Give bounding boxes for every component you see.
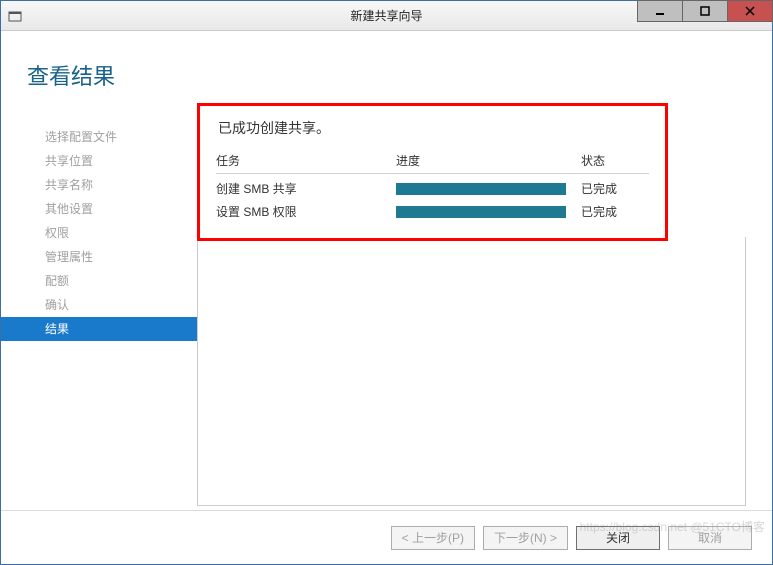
sidebar-item-management: 管理属性 — [1, 245, 197, 269]
sidebar-item-location: 共享位置 — [1, 149, 197, 173]
sidebar-item-permissions: 权限 — [1, 221, 197, 245]
page-title: 查看结果 — [1, 31, 772, 91]
column-header-status[interactable]: 状态 — [581, 152, 649, 169]
minimize-button[interactable] — [637, 0, 683, 22]
next-button[interactable]: 下一步(N) > — [483, 526, 568, 550]
progress-cell — [396, 206, 581, 218]
status-cell: 已完成 — [581, 180, 649, 197]
main-panel: 已成功创建共享。 任务 进度 状态 创建 SMB 共享 已完成 — [197, 121, 772, 510]
close-wizard-button[interactable]: 关闭 — [576, 526, 660, 550]
wizard-window: 新建共享向导 查看结果 选择配置文件 共享位置 共享名称 其他设置 权限 管理属… — [0, 0, 773, 565]
window-title: 新建共享向导 — [350, 7, 422, 24]
sidebar: 选择配置文件 共享位置 共享名称 其他设置 权限 管理属性 配额 确认 结果 — [1, 121, 197, 510]
sidebar-item-sharename: 共享名称 — [1, 173, 197, 197]
progress-bar — [396, 183, 566, 195]
close-button[interactable] — [727, 0, 773, 22]
column-header-progress[interactable]: 进度 — [396, 152, 581, 169]
content-area: 查看结果 选择配置文件 共享位置 共享名称 其他设置 权限 管理属性 配额 确认… — [1, 31, 772, 510]
task-cell: 创建 SMB 共享 — [216, 180, 396, 197]
task-cell: 设置 SMB 权限 — [216, 203, 396, 220]
titlebar: 新建共享向导 — [1, 1, 772, 31]
results-frame — [197, 237, 746, 506]
footer: < 上一步(P) 下一步(N) > 关闭 取消 — [1, 510, 772, 564]
column-header-task[interactable]: 任务 — [216, 152, 396, 169]
previous-button[interactable]: < 上一步(P) — [391, 526, 475, 550]
sidebar-item-results[interactable]: 结果 — [1, 317, 197, 341]
titlebar-buttons — [637, 1, 772, 30]
sidebar-item-quota: 配额 — [1, 269, 197, 293]
progress-cell — [396, 183, 581, 195]
success-message: 已成功创建共享。 — [216, 118, 649, 138]
results-highlight: 已成功创建共享。 任务 进度 状态 创建 SMB 共享 已完成 — [197, 103, 668, 241]
sidebar-item-profile: 选择配置文件 — [1, 125, 197, 149]
app-icon — [7, 8, 23, 24]
task-table-header: 任务 进度 状态 — [216, 152, 649, 174]
body-wrap: 选择配置文件 共享位置 共享名称 其他设置 权限 管理属性 配额 确认 结果 已… — [1, 91, 772, 510]
status-cell: 已完成 — [581, 203, 649, 220]
table-row: 创建 SMB 共享 已完成 — [216, 174, 649, 197]
maximize-button[interactable] — [682, 0, 728, 22]
task-table: 任务 进度 状态 创建 SMB 共享 已完成 设置 SMB 权限 已 — [216, 152, 649, 220]
sidebar-item-confirm: 确认 — [1, 293, 197, 317]
table-row: 设置 SMB 权限 已完成 — [216, 197, 649, 220]
sidebar-item-other: 其他设置 — [1, 197, 197, 221]
cancel-button[interactable]: 取消 — [668, 526, 752, 550]
progress-bar — [396, 206, 566, 218]
